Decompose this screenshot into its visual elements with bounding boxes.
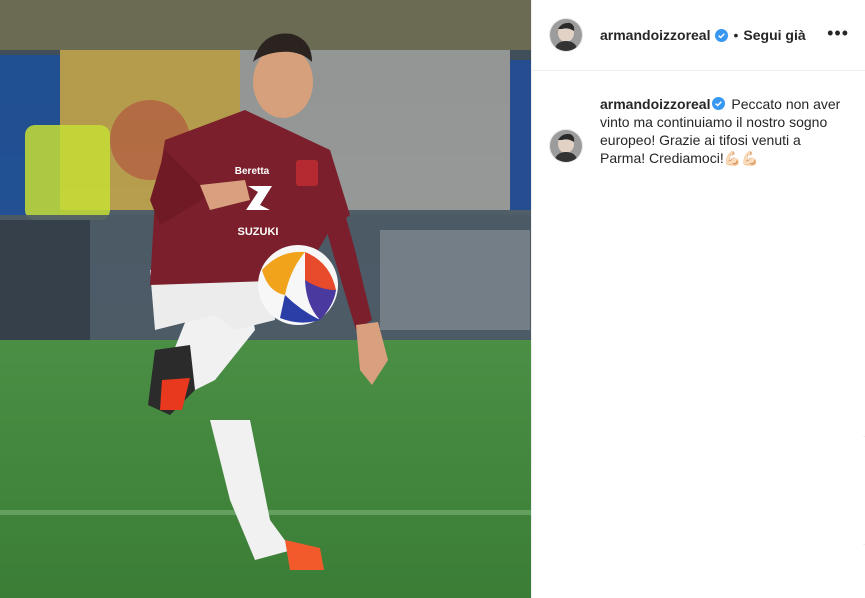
avatar[interactable] [549, 18, 583, 52]
caption-comment: armandoizzoreal Peccato non aver vinto m… [532, 71, 865, 167]
verified-badge-icon [712, 97, 726, 110]
post-side-panel: armandoizzoreal • Segui già ••• armandoi… [531, 0, 865, 598]
avatar-image [550, 19, 582, 51]
caption-avatar[interactable] [549, 129, 583, 163]
following-button[interactable]: Segui già [743, 27, 805, 43]
caption-emoji: 💪🏻💪🏻 [723, 150, 759, 166]
jersey-sponsor-text: SUZUKI [238, 226, 279, 238]
caption-username-link[interactable]: armandoizzoreal [600, 96, 710, 112]
jersey-brand-text: Beretta [235, 166, 270, 177]
separator-dot: • [733, 27, 739, 43]
caption-text: armandoizzoreal Peccato non aver vinto m… [600, 95, 849, 167]
football-player-photo: SUZUKI Beretta [0, 0, 531, 598]
post-header: armandoizzoreal • Segui già ••• [532, 0, 865, 71]
verified-badge-icon [715, 28, 729, 42]
avatar-image [550, 130, 582, 162]
username-link[interactable]: armandoizzoreal [600, 27, 710, 43]
more-options-icon[interactable]: ••• [827, 24, 849, 42]
post-photo[interactable]: SUZUKI Beretta [0, 0, 531, 598]
